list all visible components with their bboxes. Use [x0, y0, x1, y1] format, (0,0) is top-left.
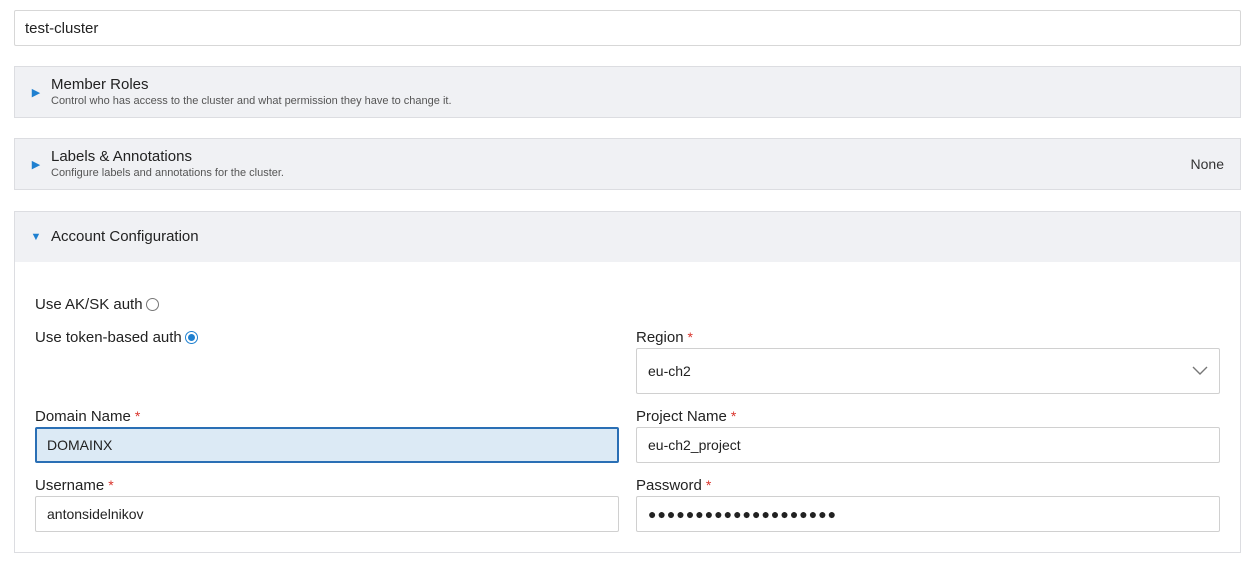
member-roles-title: Member Roles	[51, 76, 149, 93]
required-mark: *	[134, 408, 141, 424]
domain-name-label: Domain Name *	[35, 408, 141, 425]
region-select[interactable]: eu-ch2	[636, 348, 1220, 394]
labels-status: None	[1190, 156, 1224, 172]
password-value: ●●●●●●●●●●●●●●●●●●●●	[648, 506, 838, 522]
account-configuration-panel-header[interactable]: ▼ Account Configuration	[14, 211, 1241, 263]
aksk-auth-option[interactable]: Use AK/SK auth	[35, 296, 159, 313]
cluster-name-value: test-cluster	[25, 19, 99, 37]
account-configuration-title: Account Configuration	[51, 228, 199, 245]
labels-annotations-title: Labels & Annotations	[51, 148, 192, 165]
username-value: antonsidelnikov	[47, 506, 144, 522]
labels-annotations-subtitle: Configure labels and annotations for the…	[51, 167, 284, 179]
token-auth-radio[interactable]	[184, 331, 198, 344]
username-input[interactable]: antonsidelnikov	[35, 496, 619, 532]
token-auth-label: Use token-based auth	[35, 329, 182, 346]
token-auth-option[interactable]: Use token-based auth	[35, 329, 198, 346]
project-name-value: eu-ch2_project	[648, 437, 741, 453]
password-label: Password *	[636, 477, 712, 494]
aksk-auth-label: Use AK/SK auth	[35, 296, 143, 313]
username-label: Username *	[35, 477, 114, 494]
member-roles-subtitle: Control who has access to the cluster an…	[51, 95, 452, 107]
caret-right-icon: ▶	[31, 158, 41, 171]
domain-name-value: DOMAINX	[47, 437, 113, 453]
region-value: eu-ch2	[648, 363, 691, 379]
password-input[interactable]: ●●●●●●●●●●●●●●●●●●●●	[636, 496, 1220, 532]
project-name-label: Project Name *	[636, 408, 737, 425]
required-mark: *	[687, 329, 693, 345]
labels-annotations-panel-header[interactable]: ▶ Labels & Annotations Configure labels …	[14, 138, 1241, 190]
required-mark: *	[108, 477, 114, 493]
caret-down-icon: ▼	[30, 231, 42, 243]
region-label: Region *	[636, 329, 693, 346]
aksk-auth-radio[interactable]	[145, 298, 159, 311]
domain-name-input[interactable]: DOMAINX	[35, 427, 619, 463]
chevron-down-icon	[1192, 366, 1208, 375]
cluster-name-input[interactable]: test-cluster	[14, 10, 1241, 46]
required-mark: *	[705, 477, 712, 493]
caret-right-icon: ▶	[31, 86, 41, 99]
project-name-input[interactable]: eu-ch2_project	[636, 427, 1220, 463]
required-mark: *	[730, 408, 737, 424]
member-roles-panel-header[interactable]: ▶ Member Roles Control who has access to…	[14, 66, 1241, 118]
